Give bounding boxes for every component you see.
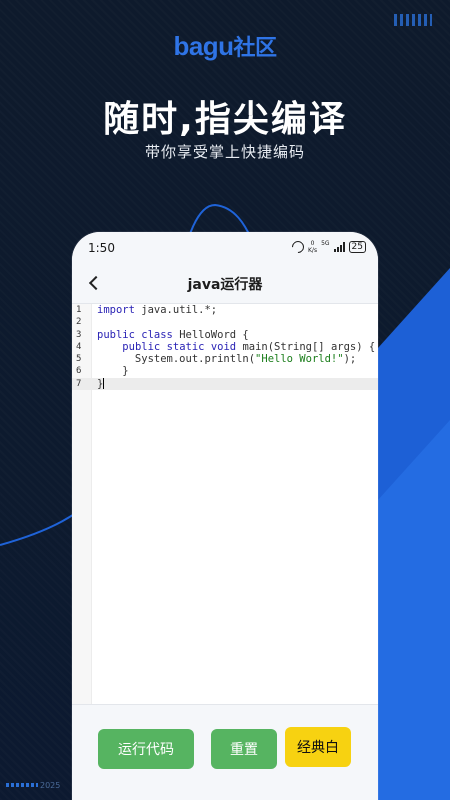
code-keyword: import [97, 304, 135, 316]
code-line[interactable]: 3 public class HelloWord { [72, 329, 378, 341]
code-keyword: class [141, 328, 173, 341]
code-token: main(String[] args) { [236, 340, 376, 353]
code-keyword: void [210, 340, 237, 353]
code-editor[interactable]: 1 import java.util.*; 2 3 public class Hello… [72, 304, 378, 704]
code-text: System.out.println("Hello World!"); [97, 353, 356, 365]
net-speed-value: 0 [310, 240, 315, 247]
line-number: 5 [76, 354, 82, 365]
line-number: 7 [76, 378, 82, 389]
promo-subline: 带你享受掌上快捷编码 [144, 143, 305, 161]
line-number: 4 [76, 341, 82, 352]
phone-mockup: 1:50 0 K/s 5G 25 java运行器 1 import java.ut… [72, 232, 378, 800]
text-cursor [103, 378, 105, 390]
code-text: public static void main(String[] args) { [97, 341, 375, 353]
code-line[interactable]: 6 } [72, 365, 378, 377]
action-bar: 运行代码 重置 经典白 [72, 704, 378, 800]
line-number: 6 [76, 366, 82, 377]
code-token: } [97, 365, 129, 378]
code-line[interactable]: 4 public static void main(String[] args)… [72, 341, 378, 353]
status-icons: 0 K/s 5G 25 [289, 238, 366, 256]
page-title: java运行器 [187, 277, 263, 293]
brand-logo: bagu社区 [0, 30, 450, 62]
network-speed: 0 K/s [308, 240, 317, 254]
run-code-button[interactable]: 运行代码 [98, 729, 194, 769]
line-number: 3 [76, 329, 82, 340]
reset-button[interactable]: 重置 [211, 729, 277, 769]
code-line[interactable]: 2 [72, 316, 378, 328]
code-string: "Hello World!" [255, 353, 344, 366]
year-label: 2025 [40, 781, 61, 790]
line-number: 1 [76, 305, 82, 315]
decorative-stripes [394, 14, 432, 26]
code-line[interactable]: 7} [72, 377, 378, 391]
battery-icon: 25 [348, 241, 366, 253]
code-text: public class HelloWord { [97, 329, 249, 341]
code-token: System.out.println( [97, 353, 256, 366]
code-token: HelloWord { [172, 328, 249, 341]
code-token: ); [343, 353, 357, 366]
speedometer-icon [289, 238, 307, 256]
signal-label: 5G [321, 239, 330, 247]
decorative-stripes [6, 783, 38, 787]
code-keyword: static [166, 340, 205, 353]
brand-suffix: 社区 [233, 35, 278, 60]
code-text: import java.util.*; [97, 304, 217, 316]
brand-name: bagu [173, 31, 234, 61]
status-bar: 1:50 0 K/s 5G 25 [72, 232, 378, 262]
signal-icon [333, 242, 345, 252]
code-keyword: public [97, 328, 135, 341]
code-lines[interactable]: 1 import java.util.*; 2 3 public class Hello… [72, 304, 378, 391]
code-text: } [97, 378, 105, 390]
code-line[interactable]: 1 import java.util.*; [72, 304, 378, 316]
line-number: 2 [76, 317, 82, 328]
code-line[interactable]: 5 System.out.println("Hello World!"); [72, 353, 378, 365]
code-text: } [97, 365, 129, 378]
code-token: java.util.*; [134, 304, 218, 316]
app-header: java运行器 [72, 262, 378, 304]
promo-headline: 随时,指尖编译 [103, 99, 347, 140]
code-keyword: public [122, 340, 161, 353]
theme-button[interactable]: 经典白 [285, 727, 351, 767]
status-time: 1:50 [88, 241, 115, 255]
net-speed-unit: K/s [307, 247, 318, 254]
